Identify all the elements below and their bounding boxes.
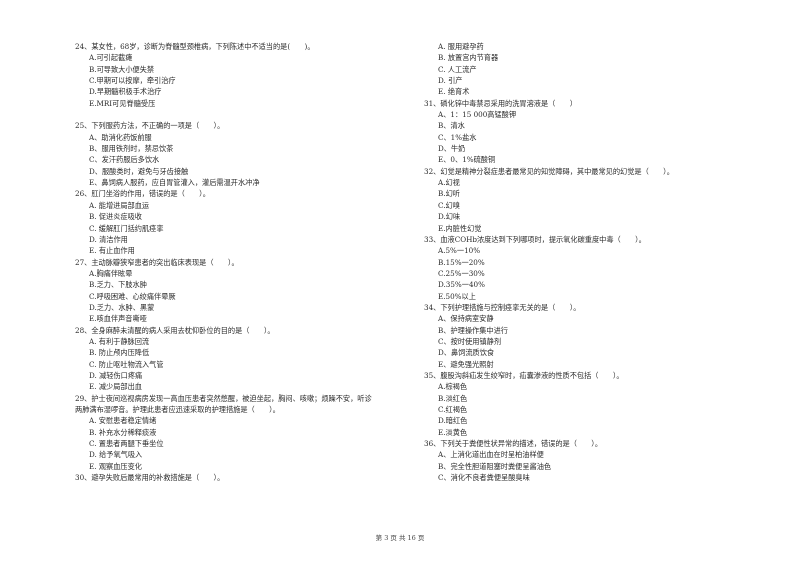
question-30-options: A. 服用避孕药 B. 放置宫内节育器 C. 人工流产 D. 引产 E. 绝育术 [424,41,759,98]
option-a: A.幻视 [438,178,460,188]
question-stem: 36、下列关于粪便性状异常的描述，错误的是（ ）。 [424,439,603,449]
question-stem: 28、全身麻醉未清醒的病人采用去枕仰卧位的目的是（ ）。 [75,325,275,335]
question-stem: 24、某女性，68岁，诊断为脊髓型颈椎病，下列陈述中不适当的是( )。 [75,42,315,51]
option-b: B.可导致大小便失禁 [89,64,155,74]
option-a: A、上消化道出血在时呈柏油样便 [438,450,544,460]
option-c: C.25%一30% [438,268,485,278]
question-27: 27、主动脉瓣狭窄患者的突出临床表现是（ ）。 A.胸痛伴眩晕 B.乏力、下肢水… [75,257,410,325]
option-e: E.咳血伴声音嘶哑 [89,314,147,324]
option-a: A.胸痛伴眩晕 [89,268,133,278]
question-28: 28、全身麻醉未清醒的病人采用去枕仰卧位的目的是（ ）。 A. 有利于静脉回流 … [75,325,410,393]
option-a: A. 有利于静脉回流 [89,336,150,346]
option-b: B.乏力、下肢水肿 [89,280,147,290]
left-column: 24、某女性，68岁，诊断为脊髓型颈椎病，下列陈述中不适当的是( )。 A.可引… [75,41,410,483]
option-c: C. 置患者两腿下垂坐位 [89,439,164,449]
option-a: A. 安慰患者稳定情绪 [89,416,157,426]
option-e: E. 有止血作用 [89,246,135,256]
page-number: 第 3 页 共 16 页 [375,534,425,542]
option-a: A、1：15 000高锰酸钾 [438,110,517,120]
question-30: 30、避孕失败后最常用的补救措施是（ ）。 [75,472,410,483]
option-b: B. 放置宫内节育器 [438,53,499,63]
option-e: E. 减少局部出血 [89,382,142,392]
option-a: A.棕褐色 [438,382,468,392]
option-a: A、保持病室安静 [438,314,494,324]
question-stem: 30、避孕失败后最常用的补救措施是（ ）。 [75,473,225,483]
option-a: A.可引起截瘫 [89,53,133,63]
option-d: D.早期髓积极手术治疗 [89,87,162,97]
question-stem: 31、磷化锌中毒禁忌采用的洗胃溶液是（ ） [424,98,577,108]
question-stem: 27、主动脉瓣狭窄患者的突出临床表现是（ ）。 [75,257,239,267]
option-d: D.幻味 [438,212,461,222]
option-c: C.红褐色 [438,405,468,414]
option-b: B.淡红色 [438,393,468,403]
option-b: B、完全性胆道阻塞时粪便呈酱油色 [438,461,552,471]
option-e: E.淡黄色 [438,427,468,437]
question-stem: 26、肛门坐浴的作用，错误的是（ ）。 [75,189,210,199]
option-d: D. 清洁作用 [89,234,128,244]
option-c: C、按时使用镇静剂 [438,336,502,346]
question-24: 24、某女性，68岁，诊断为脊髓型颈椎病，下列陈述中不适当的是( )。 A.可引… [75,41,410,109]
question-stem-line-1: 29、护士夜间巡视病房发现一高血压患者突然憋醒，被迫坐起，胸闷、咳嗽；烦躁不安，… [75,393,372,403]
option-c: C.呼吸困难、心绞痛伴晕厥 [89,291,176,301]
option-a: A、助消化药饭前服 [89,132,152,142]
option-e: E、鼻饲病人服药，应自胃管灌入，灌后需温开水冲净 [89,178,260,188]
option-e: E.MRI可见脊髓受压 [89,98,156,108]
question-stem: 35、腹股沟斜疝发生绞窄时，疝囊渗液的性质不包括（ ）。 [424,370,624,380]
option-d: D.暗红色 [438,416,468,426]
option-d: D、鼻饲流质饮食 [438,348,495,358]
option-c: C. 人工流产 [438,64,477,74]
question-stem: 25、下列服药方法，不正确的一项是（ ）。 [75,121,225,131]
option-b: B、服用铁剂时，禁忌饮茶 [89,144,174,154]
option-e: E. 绝育术 [438,87,470,97]
option-e: E、0、1%硫酸铜 [438,155,496,165]
option-c: C、发汗药服后多饮水 [89,155,160,165]
question-35: 35、腹股沟斜疝发生绞窄时，疝囊渗液的性质不包括（ ）。 A.棕褐色 B.淡红色… [424,370,759,438]
question-25: 25、下列服药方法，不正确的一项是（ ）。 A、助消化药饭前服 B、服用铁剂时，… [75,120,410,188]
option-d: D. 给予氧气吸入 [89,450,143,460]
option-c: C、消化不良者粪便呈酸臭味 [438,473,530,483]
option-e: E.内脏性幻觉 [438,223,482,233]
question-29: 29、护士夜间巡视病房发现一高血压患者突然憋醒，被迫坐起，胸闷、咳嗽；烦躁不安，… [75,393,410,472]
option-a: A.5%一10% [438,246,481,256]
option-e: E. 观察血压变化 [89,461,142,471]
option-d: D.35%一40% [438,280,485,290]
page-footer: 第 3 页 共 16 页 [0,532,800,542]
option-a: A. 能增进局部血运 [89,200,150,210]
exam-page: 24、某女性，68岁，诊断为脊髓型颈椎病，下列陈述中不适当的是( )。 A.可引… [0,0,800,565]
question-31: 31、磷化锌中毒禁忌采用的洗胃溶液是（ ） A、1：15 000高锰酸钾 B、清… [424,98,759,166]
option-c: C. 缓解肛门括约肌痉挛 [89,223,164,233]
question-stem-line-2: 两肺满布湿啰音。护理此患者应迅速采取的护理措施是（ ）。 [75,405,280,414]
option-c: C. 防止呕吐物流入气管 [89,359,164,369]
question-34: 34、下列护理措施与控制痉挛无关的是（ ）。 A、保持病室安静 B、护理操作集中… [424,302,759,370]
option-e: E、避免强光照射 [438,359,494,369]
option-d: D、服酸类时，避免与牙齿接触 [89,166,189,176]
option-b: B.幻听 [438,189,460,199]
option-b: B、清水 [438,121,465,131]
question-stem: 32、幻觉是精神分裂症患者最常见的知觉障碍，其中最常见的幻觉是（ ）。 [424,166,674,176]
option-c: C.幻嗅 [438,200,460,210]
option-d: D. 引产 [438,76,463,86]
option-e: E.50%以上 [438,291,476,301]
option-b: B.15%一20% [438,257,485,267]
option-b: B. 促进炎症吸收 [89,212,142,222]
option-d: D、牛奶 [438,144,466,154]
option-b: B、护理操作集中进行 [438,325,508,335]
option-a: A. 服用避孕药 [438,42,484,51]
option-c: C、1%盐水 [438,132,477,142]
question-32: 32、幻觉是精神分裂症患者最常见的知觉障碍，其中最常见的幻觉是（ ）。 A.幻视… [424,166,759,234]
option-d: D. 减轻伤口疼痛 [89,370,143,380]
question-stem: 33、血液COHb浓度达到下列哪项时，提示氧化碳重度中毒（ ）。 [424,234,646,244]
right-column: A. 服用避孕药 B. 放置宫内节育器 C. 人工流产 D. 引产 E. 绝育术… [424,41,759,483]
option-b: B. 补充水分稀释痰液 [89,427,157,437]
question-36: 36、下列关于粪便性状异常的描述，错误的是（ ）。 A、上消化道出血在时呈柏油样… [424,438,759,483]
option-c: C.甲期可以按摩，牵引治疗 [89,76,176,86]
option-d: D.乏力、水肿、黑蒙 [89,302,155,312]
question-33: 33、血液COHb浓度达到下列哪项时，提示氧化碳重度中毒（ ）。 A.5%一10… [424,234,759,302]
question-26: 26、肛门坐浴的作用，错误的是（ ）。 A. 能增进局部血运 B. 促进炎症吸收… [75,188,410,256]
question-stem: 34、下列护理措施与控制痉挛无关的是（ ）。 [424,302,581,312]
option-b: B. 防止颅内压降低 [89,348,150,358]
